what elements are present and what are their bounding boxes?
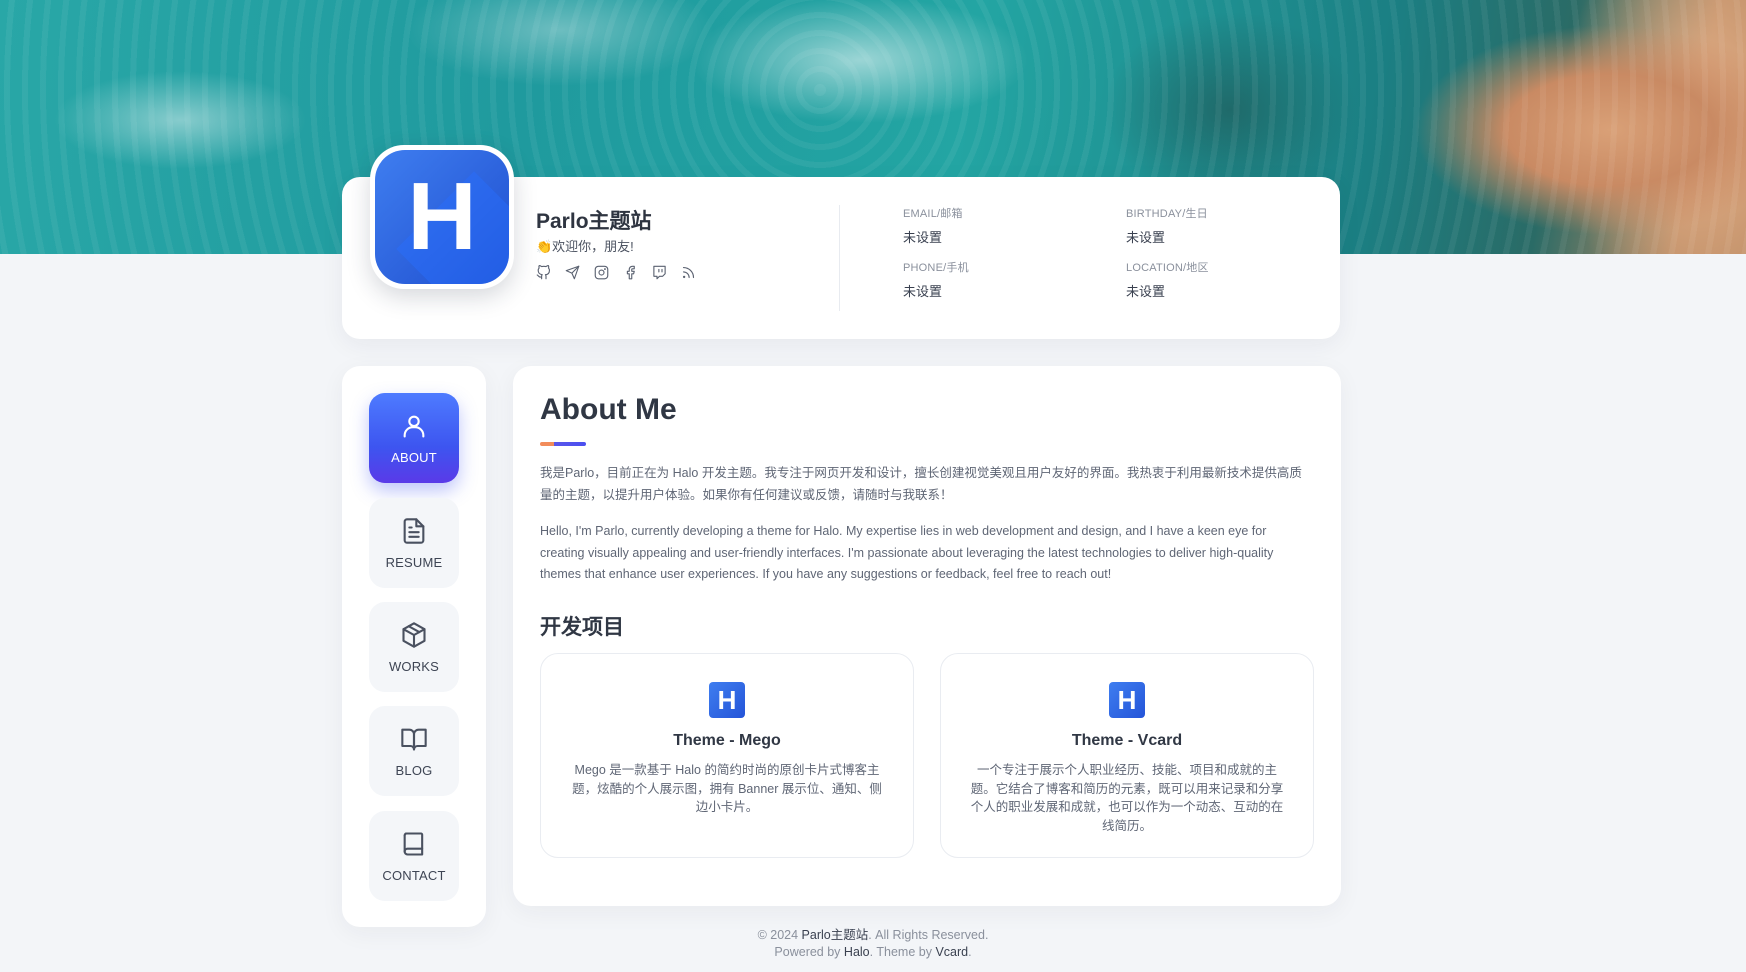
phone-label: PHONE/手机 [903,262,969,274]
nav-about[interactable]: ABOUT [369,393,459,483]
instagram-icon[interactable] [592,263,610,281]
nav-resume[interactable]: RESUME [369,498,459,588]
birthday-value: 未设置 [1126,230,1166,245]
avatar-logo: H [375,150,509,284]
avatar: H [370,145,514,289]
about-paragraph-en: Hello, I'm Parlo, currently developing a… [540,524,1274,581]
theme-by-text: . Theme by [869,945,932,959]
footer-end: . [968,945,972,959]
project-desc: Mego 是一款基于 Halo 的简约时尚的原创卡片式博客主题，炫酷的个人展示图… [572,763,882,814]
github-icon[interactable] [534,263,552,281]
location-info: LOCATION/地区 未设置 [1126,259,1209,300]
halo-link[interactable]: Halo [844,945,870,959]
email-info: EMAIL/邮箱 未设置 [903,205,963,246]
birthday-info: BIRTHDAY/生日 未设置 [1126,205,1208,246]
telegram-icon[interactable] [563,263,581,281]
project-logo-icon: H [709,682,745,718]
social-links [534,263,697,281]
project-card-mego[interactable]: H Theme - Mego Mego 是一款基于 Halo 的简约时尚的原创卡… [540,653,914,858]
nav-contact[interactable]: CONTACT [369,811,459,901]
rights-text: . All Rights Reserved. [868,928,989,942]
email-value: 未设置 [903,230,943,245]
title-underline [540,442,586,446]
rss-icon[interactable] [679,263,697,281]
nav-blog[interactable]: BLOG [369,706,459,796]
about-title: About Me [540,393,677,426]
book-icon [403,831,424,856]
avatar-letter: H [407,163,477,270]
cube-icon [402,621,426,648]
location-label: LOCATION/地区 [1126,262,1209,274]
nav-works[interactable]: WORKS [369,602,459,692]
phone-info: PHONE/手机 未设置 [903,259,969,300]
twitch-icon[interactable] [650,263,668,281]
phone-value: 未设置 [903,284,943,299]
nav-about-label: ABOUT [391,449,437,465]
profile-divider [839,205,840,311]
copyright-prefix: © 2024 [757,928,799,942]
birthday-label: BIRTHDAY/生日 [1126,208,1208,220]
nav-blog-label: BLOG [395,762,433,778]
nav-contact-label: CONTACT [382,867,446,883]
nav-resume-label: RESUME [385,554,443,570]
location-value: 未设置 [1126,284,1166,299]
user-icon [403,415,425,438]
facebook-icon[interactable] [621,263,639,281]
open-book-icon [401,728,427,751]
nav-works-label: WORKS [388,658,440,674]
projects-title: 开发项目 [540,616,624,639]
footer-powered: Powered by Halo. Theme by Vcard. [0,945,1746,959]
email-label: EMAIL/邮箱 [903,208,963,220]
footer-copyright: © 2024 Parlo主题站. All Rights Reserved. [0,924,1746,943]
footer-site-link[interactable]: Parlo主题站 [802,928,869,942]
project-logo-icon: H [1109,682,1145,718]
site-greeting: 👏欢迎你，朋友! [536,239,634,254]
project-name: Theme - Vcard [1071,732,1183,749]
project-name: Theme - Mego [673,732,781,749]
document-icon [403,517,425,544]
powered-prefix: Powered by [774,945,841,959]
project-card-vcard[interactable]: H Theme - Vcard 一个专注于展示个人职业经历、技能、项目和成就的主… [940,653,1314,858]
project-desc: 一个专注于展示个人职业经历、技能、项目和成就的主题。它结合了博客和简历的元素，既… [970,763,1284,833]
vcard-link[interactable]: Vcard [935,945,968,959]
about-paragraph-cn: 我是Parlo，目前正在为 Halo 开发主题。我专注于网页开发和设计，擅长创建… [540,466,1302,502]
site-title: Parlo主题站 [536,210,652,233]
